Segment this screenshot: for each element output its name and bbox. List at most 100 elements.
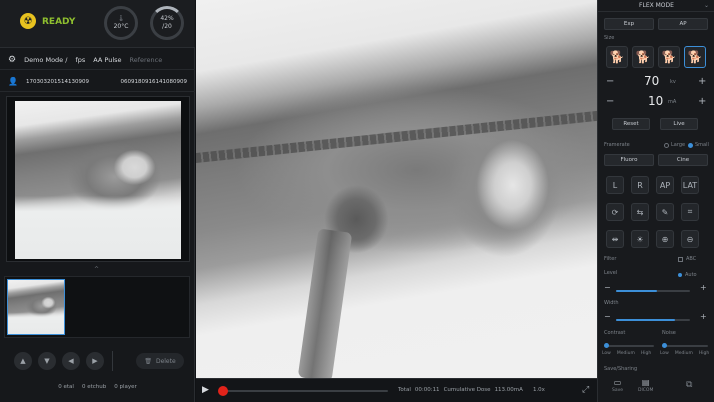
crop-icon[interactable]: ⌗ (681, 203, 699, 221)
trash-icon: 🗑 (144, 357, 152, 365)
reset-button[interactable]: Reset (612, 118, 650, 130)
rotate-icon[interactable]: ⟳ (606, 203, 624, 221)
ready-status: READY (42, 17, 76, 27)
noise-slider[interactable] (662, 345, 708, 347)
left-panel: ☢ READY 🌡 20°C 42% /20 ⚙ Demo Mode / fps… (0, 0, 195, 402)
save-label: Save (612, 388, 624, 393)
timeline-slider[interactable] (220, 390, 388, 392)
count-etchub: 0 (81, 384, 86, 390)
kv-unit: kv (670, 79, 676, 85)
noise-scale: Low Medium High (660, 351, 709, 356)
radiation-icon: ☢ (20, 13, 36, 29)
contrast-low: Low (602, 351, 611, 356)
mode-title[interactable]: FLEX MODE ⌄ (598, 0, 714, 12)
dog-xlarge-icon[interactable]: 🐕 (684, 46, 706, 68)
level-auto-option[interactable]: Auto (678, 272, 697, 278)
right-panel: FLEX MODE ⌄ Exp AP Size 🐕 🐕 🐕 🐕 − 70 kv … (597, 0, 714, 402)
kv-value: 70 (644, 74, 660, 88)
ma-unit: mA (668, 99, 677, 105)
pulse-label[interactable]: AA Pulse (93, 56, 121, 64)
mode-title-label: FLEX MODE (639, 2, 674, 9)
contrast-handle[interactable] (604, 343, 609, 348)
contrast-slider[interactable] (604, 345, 654, 347)
checkbox-checked-icon (678, 273, 682, 277)
width-slider[interactable] (616, 319, 690, 321)
capacity-gauge: 42% /20 (150, 6, 184, 40)
capacity-count: /20 (162, 23, 172, 30)
kv-decrease-icon[interactable]: − (606, 76, 614, 87)
first-frame-button[interactable]: ▲ (14, 352, 32, 370)
dog-large-icon[interactable]: 🐕 (658, 46, 680, 68)
patient-bar: 👤 170303201514130909 0609180916141080909 (0, 72, 195, 92)
level-slider[interactable] (616, 290, 690, 292)
save-icon: ▭ (613, 378, 622, 387)
zoom-out-icon[interactable]: ⊖ (681, 230, 699, 248)
filter-abc-label: ABC (686, 256, 697, 262)
fullscreen-icon[interactable]: ⤢ (582, 385, 589, 395)
fps-label[interactable]: fps (75, 56, 85, 64)
play-icon[interactable]: ▶ (202, 385, 209, 395)
noise-label: Noise (662, 330, 676, 336)
contrast-scale: Low Medium High (602, 351, 651, 356)
view-ap-button[interactable]: AP (656, 176, 674, 194)
share-icon[interactable]: ⧉ (686, 380, 692, 390)
dicom-label: DICOM (638, 388, 654, 393)
level-plus-icon[interactable]: + (700, 283, 707, 292)
demo-mode-label[interactable]: Demo Mode / (24, 56, 67, 64)
delete-button[interactable]: 🗑 Delete (136, 353, 184, 369)
thermometer-icon: 🌡 (117, 15, 125, 22)
xray-viewer[interactable] (196, 0, 597, 378)
noise-high: High (698, 351, 710, 356)
level-label: Level (604, 270, 618, 276)
view-r-button[interactable]: R (631, 176, 649, 194)
playback-info: Total 00:00:11 Cumulative Dose 113.00mA … (398, 387, 545, 393)
brightness-icon[interactable]: ☀ (631, 230, 649, 248)
option-large-label: Large (671, 142, 686, 148)
noise-medium: Medium (674, 351, 693, 356)
prev-button[interactable]: ◀ (62, 352, 80, 370)
level-minus-icon[interactable]: − (604, 283, 611, 292)
zoom-in-icon[interactable]: ⊕ (656, 230, 674, 248)
framerate-label: Framerate (604, 142, 630, 148)
noise-handle[interactable] (662, 343, 667, 348)
filter-abc-option[interactable]: ABC (678, 256, 696, 262)
temperature-value: 20°C (113, 23, 129, 30)
next-button[interactable]: ▶ (86, 352, 104, 370)
ma-decrease-icon[interactable]: − (606, 96, 614, 107)
playback-speed[interactable]: 1.0x (533, 387, 545, 393)
view-l-button[interactable]: L (606, 176, 624, 194)
thumbnail-item[interactable] (7, 279, 65, 335)
dog-medium-icon[interactable]: 🐕 (632, 46, 654, 68)
temperature-gauge: 🌡 20°C (104, 6, 138, 40)
thumbnail-collapse-caret[interactable]: ^ (94, 266, 99, 273)
tab-ap[interactable]: AP (658, 18, 708, 30)
live-button[interactable]: Live (660, 118, 698, 130)
view-lat-button[interactable]: LAT (681, 176, 699, 194)
prev-frame-button[interactable]: ▼ (38, 352, 56, 370)
option-small[interactable]: Small (688, 142, 709, 148)
level-auto-label: Auto (685, 272, 697, 278)
tab-fluoro[interactable]: Fluoro (604, 154, 654, 166)
save-button[interactable]: ▭ Save (612, 378, 623, 393)
mirror-icon[interactable]: ⇹ (606, 230, 624, 248)
width-plus-icon[interactable]: + (700, 312, 707, 321)
total-label: Total (398, 387, 411, 393)
tab-exp[interactable]: Exp (604, 18, 654, 30)
measure-icon[interactable]: ✎ (656, 203, 674, 221)
dog-small-icon[interactable]: 🐕 (606, 46, 628, 68)
option-large[interactable]: Large (664, 142, 685, 148)
ma-increase-icon[interactable]: + (698, 96, 706, 107)
kv-increase-icon[interactable]: + (698, 76, 706, 87)
flip-icon[interactable]: ⇆ (631, 203, 649, 221)
reference-label[interactable]: Reference (130, 56, 163, 64)
user-icon: 👤 (8, 77, 18, 86)
playhead-handle[interactable] (218, 386, 228, 396)
dicom-button[interactable]: ▤ DICOM (638, 378, 653, 393)
chevron-down-icon: ⌄ (703, 2, 709, 9)
arrow-right-icon: ▶ (92, 357, 98, 365)
preview-image[interactable] (15, 101, 181, 259)
width-minus-icon[interactable]: − (604, 312, 611, 321)
counts-bar: 0 etal 0 etchub 0 player (0, 384, 195, 390)
tab-cine[interactable]: Cine (658, 154, 708, 166)
settings-gear-icon[interactable]: ⚙ (8, 55, 16, 65)
